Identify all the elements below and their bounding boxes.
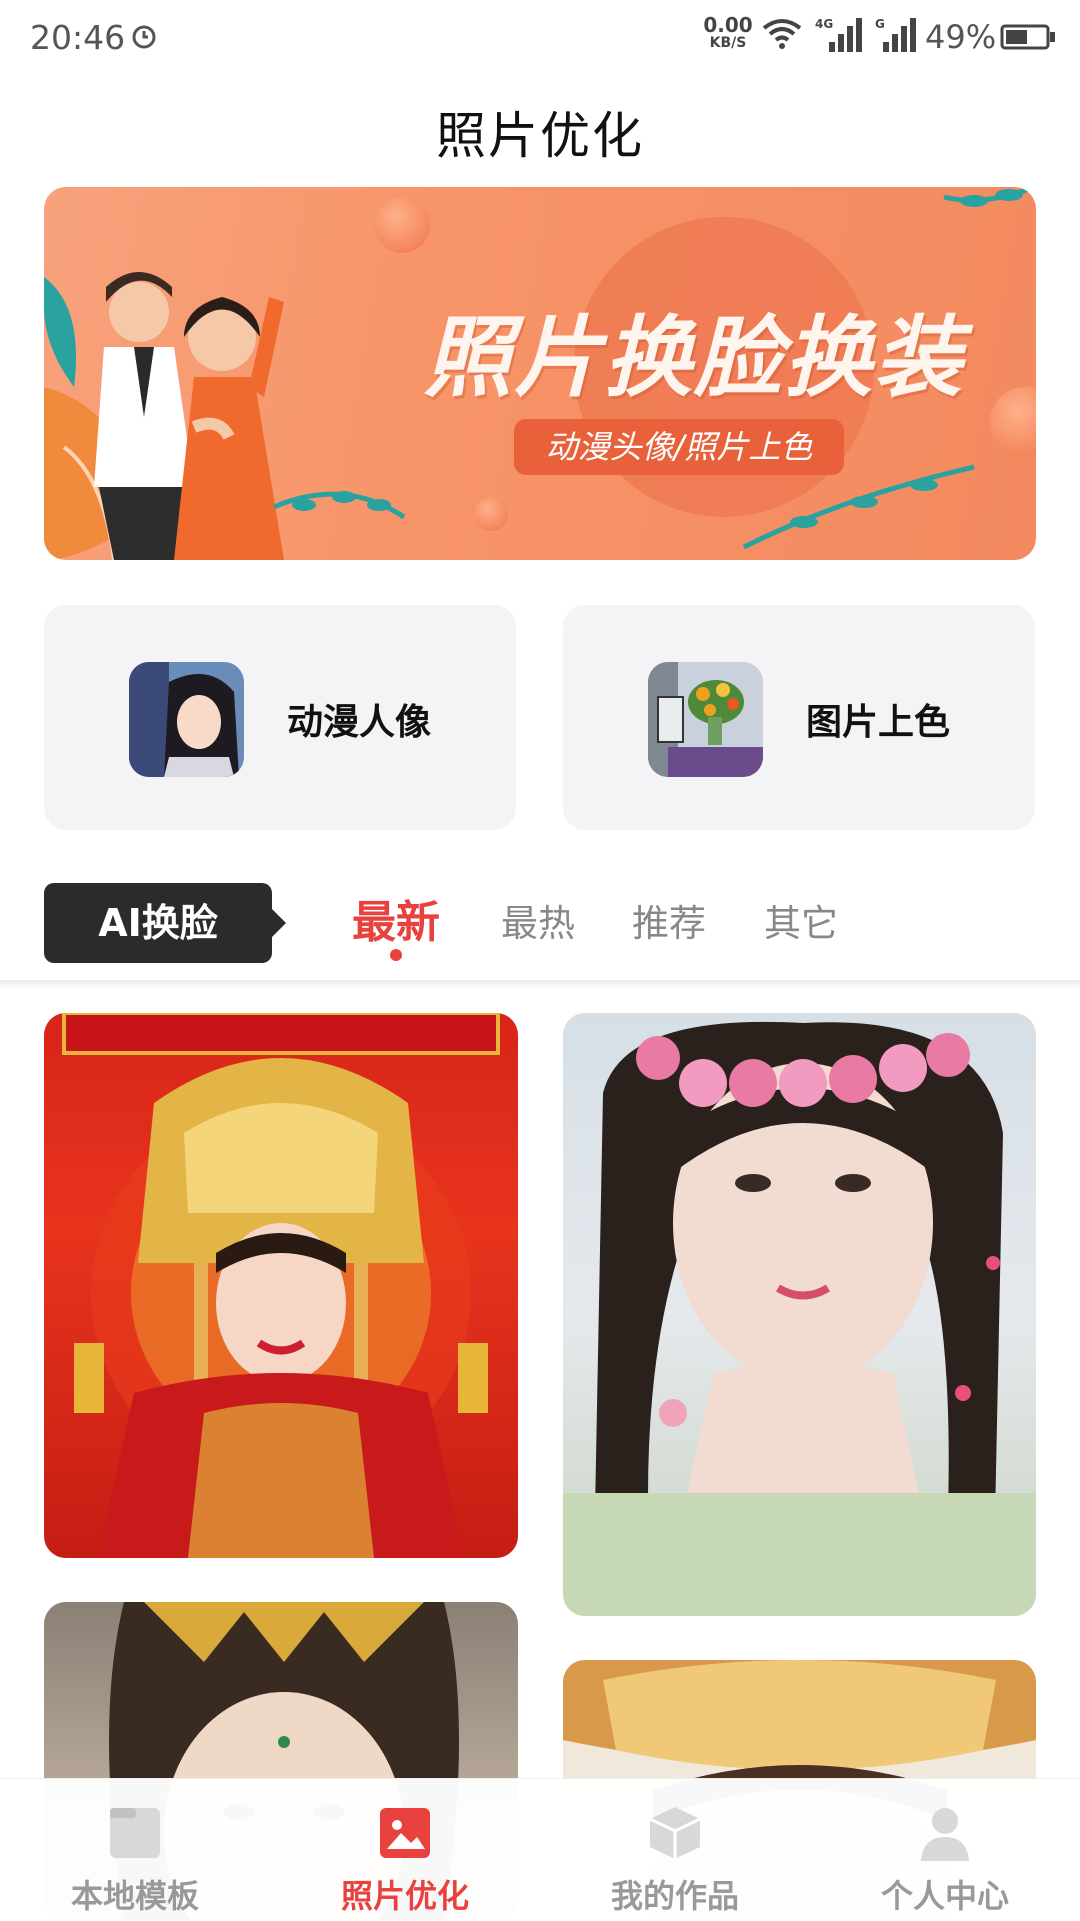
- tab-recommended[interactable]: 推荐: [632, 893, 706, 947]
- ai-badge-label: AI换脸: [98, 901, 218, 945]
- template-card-bride-crown[interactable]: [44, 1013, 518, 1558]
- template-image: [62, 1013, 500, 1558]
- nav-local-templates[interactable]: 本地模板: [0, 1779, 270, 1921]
- feature-label: 动漫人像: [287, 702, 432, 743]
- promo-banner[interactable]: 照片换脸换装 动漫头像/照片上色: [44, 187, 1036, 560]
- feature-card-anime-portrait[interactable]: 动漫人像: [44, 605, 516, 830]
- tab-other[interactable]: 其它: [764, 893, 838, 947]
- status-time: 20:46: [30, 18, 126, 57]
- alarm-icon: [132, 25, 156, 49]
- template-icon: [110, 1808, 160, 1858]
- battery-percent: 49%: [925, 18, 997, 56]
- nav-my-works[interactable]: 我的作品: [540, 1779, 810, 1921]
- photo-colorize-thumb: [648, 662, 763, 777]
- battery-icon: [1000, 24, 1055, 50]
- box-icon: [649, 1807, 701, 1859]
- network-speed: 0.00 KB/S: [703, 13, 753, 51]
- signal-g-icon: G: [875, 17, 916, 52]
- ai-faceswap-badge: AI换脸: [44, 883, 286, 963]
- tabs-divider: [0, 980, 1080, 988]
- image-icon: [380, 1808, 430, 1858]
- feature-label: 图片上色: [806, 702, 951, 743]
- nav-profile[interactable]: 个人中心: [810, 1779, 1080, 1921]
- bottom-nav: 本地模板 照片优化 我的作品 个人中心: [0, 1778, 1080, 1921]
- svg-text:G: G: [875, 17, 885, 31]
- user-icon: [921, 1808, 969, 1861]
- svg-text:4G: 4G: [815, 17, 833, 31]
- signal-4g-icon: 4G: [815, 17, 862, 52]
- status-bar: 20:46 0.00 KB/S 4G G 49%: [0, 0, 1080, 80]
- active-tab-indicator: [390, 949, 402, 961]
- template-image: [563, 1021, 1036, 1616]
- template-card-flower-crown[interactable]: [563, 1013, 1036, 1616]
- nav-photo-optimize[interactable]: 照片优化: [270, 1779, 540, 1921]
- nav-label: 照片优化: [340, 1877, 469, 1915]
- nav-label: 个人中心: [880, 1877, 1009, 1915]
- banner-subtitle: 动漫头像/照片上色: [514, 419, 844, 475]
- feature-card-photo-colorize[interactable]: 图片上色: [563, 605, 1035, 830]
- nav-label: 我的作品: [610, 1877, 739, 1915]
- tab-hottest[interactable]: 最热: [501, 893, 575, 947]
- wifi-icon: [762, 19, 802, 49]
- tab-latest[interactable]: 最新: [352, 886, 440, 950]
- nav-label: 本地模板: [70, 1877, 199, 1915]
- anime-portrait-thumb: [129, 662, 244, 777]
- page-title: 照片优化: [436, 107, 644, 165]
- banner-title: 照片换脸换装: [424, 306, 965, 409]
